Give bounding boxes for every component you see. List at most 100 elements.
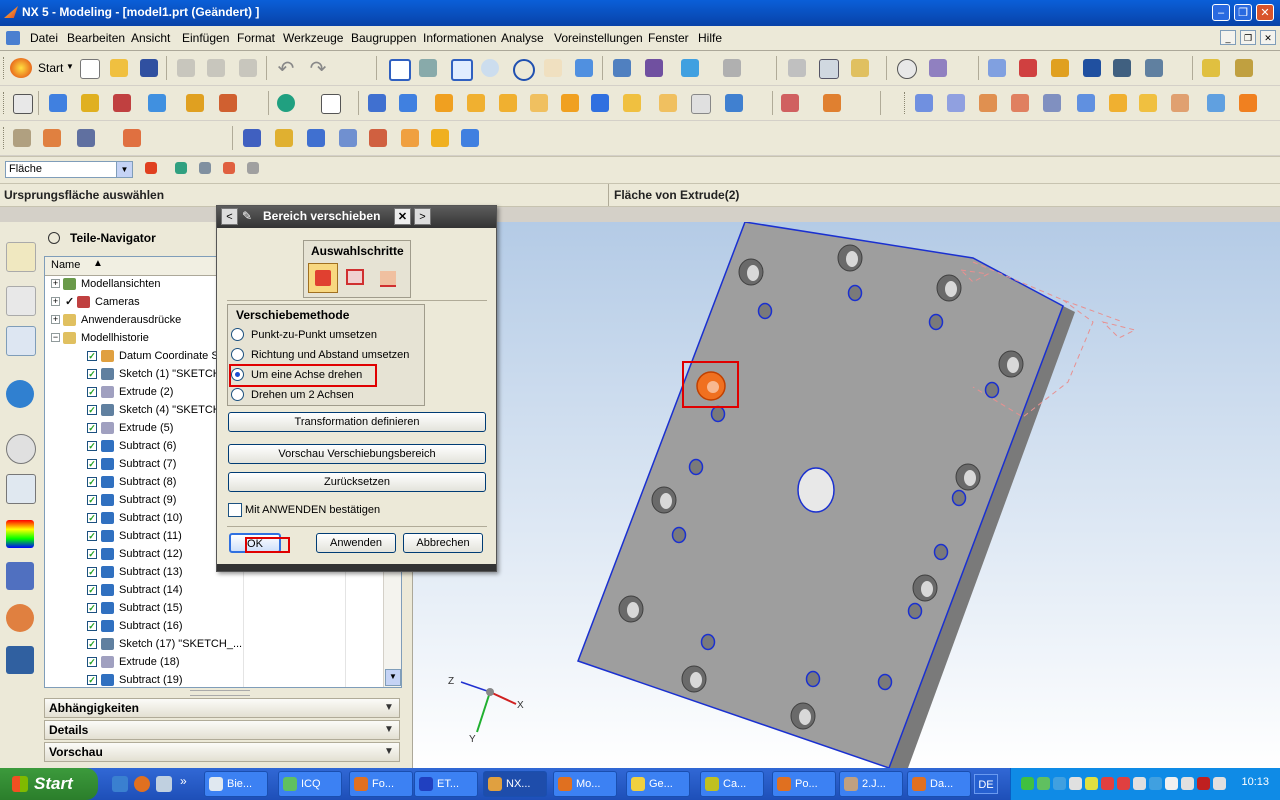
tray-icon[interactable] — [1021, 777, 1034, 790]
selection-scope-icon[interactable] — [142, 159, 166, 183]
assembly-navigator-icon[interactable] — [6, 242, 36, 272]
feature-checkbox[interactable]: ✓ — [87, 531, 97, 541]
offset-region-icon[interactable] — [976, 91, 1000, 115]
make-coaxial-icon[interactable] — [1168, 91, 1192, 115]
tray-icon[interactable] — [1165, 777, 1178, 790]
edge-blend-icon[interactable] — [464, 91, 488, 115]
boss-icon[interactable] — [318, 91, 342, 115]
edit-feature-icon[interactable] — [120, 126, 144, 150]
horizontal-splitter[interactable] — [190, 690, 250, 696]
make-tangent-icon[interactable] — [1204, 91, 1228, 115]
layer-settings-icon[interactable] — [816, 56, 840, 80]
resize-face-icon[interactable] — [1040, 91, 1064, 115]
tray-icon[interactable] — [1085, 777, 1098, 790]
revolve-icon[interactable] — [78, 91, 102, 115]
component-icon[interactable] — [272, 126, 296, 150]
feature-checkbox[interactable]: ✓ — [87, 513, 97, 523]
taskbar-button[interactable]: NX... — [483, 771, 547, 797]
make-coplanar-icon[interactable] — [1136, 91, 1160, 115]
taskbar-button[interactable]: Mo... — [553, 771, 617, 797]
feature-checkbox[interactable]: ✓ — [87, 585, 97, 595]
point-icon[interactable] — [985, 56, 1009, 80]
snap-icon[interactable] — [1048, 56, 1072, 80]
chevron-down-icon[interactable]: ▼ — [381, 700, 397, 716]
feature-checkbox[interactable]: ✓ — [87, 621, 97, 631]
radio-button[interactable] — [231, 348, 244, 361]
taskbar-button[interactable]: ET... — [414, 771, 478, 797]
apply-button[interactable]: Anwenden — [316, 533, 396, 553]
replace-face-icon[interactable] — [1008, 91, 1032, 115]
wave-icon[interactable] — [428, 126, 452, 150]
forward-button[interactable]: > — [414, 208, 431, 225]
tray-icon[interactable] — [1133, 777, 1146, 790]
quicklaunch-app-icon[interactable] — [156, 776, 172, 792]
display-mode-icon[interactable] — [720, 56, 744, 80]
palettes-icon[interactable] — [6, 520, 34, 548]
feature-checkbox[interactable]: ✓ — [87, 495, 97, 505]
move-region-dialog[interactable]: < ✎ Bereich verschieben ✕ > Auswahlschri… — [216, 205, 497, 572]
part-navigator-icon[interactable] — [6, 326, 36, 356]
title-bar[interactable]: NX 5 - Modeling - [model1.prt (Geändert)… — [0, 0, 1280, 26]
expression-icon[interactable] — [894, 56, 918, 80]
constraint-icon[interactable] — [304, 126, 328, 150]
feature-checkbox[interactable]: ✓ — [87, 603, 97, 613]
chevron-down-icon[interactable]: ▼ — [381, 722, 397, 738]
zoom-window-icon[interactable] — [448, 56, 473, 81]
collapse-icon[interactable]: − — [51, 333, 60, 342]
redo-icon[interactable]: ↷ — [306, 56, 330, 80]
reset-button[interactable]: Zurücksetzen — [228, 472, 486, 492]
model-view[interactable]: X Y Z — [413, 222, 1280, 768]
section-preview[interactable]: Vorschau ▼ — [44, 742, 400, 762]
make-symmetric-icon[interactable] — [1236, 91, 1260, 115]
sketch-icon[interactable] — [10, 91, 34, 115]
tray-icon[interactable] — [1053, 777, 1066, 790]
tray-icon[interactable] — [1213, 777, 1226, 790]
axis-step-icon[interactable] — [376, 265, 402, 291]
feature-checkbox[interactable]: ✓ — [87, 369, 97, 379]
quicklaunch-firefox-icon[interactable] — [134, 776, 150, 792]
system-scene-icon[interactable] — [6, 646, 34, 674]
tray-icon[interactable] — [1117, 777, 1130, 790]
taskbar-button[interactable]: Bie... — [204, 771, 268, 797]
surface-tools-icon[interactable] — [10, 126, 34, 150]
graphics-window[interactable]: X Y Z — [413, 222, 1280, 768]
process-studio-icon[interactable] — [6, 562, 34, 590]
windows-start-button[interactable]: Start — [0, 768, 98, 800]
chevron-down-icon[interactable]: ▼ — [381, 744, 397, 760]
menu-format[interactable]: Format — [237, 31, 275, 45]
thicken-icon[interactable] — [688, 91, 712, 115]
dialog-title-bar[interactable]: < ✎ Bereich verschieben ✕ > — [217, 206, 496, 228]
unite-icon[interactable] — [365, 91, 389, 115]
preview-region-button[interactable]: Vorschau Verschiebungsbereich — [228, 444, 486, 464]
taskbar-button[interactable]: Da... — [907, 771, 971, 797]
type-filter-select[interactable]: Fläche ▼ — [5, 161, 133, 178]
menu-werkzeuge[interactable]: Werkzeuge — [283, 31, 343, 45]
trim-body-icon[interactable] — [620, 91, 644, 115]
save-icon[interactable] — [137, 56, 161, 80]
fit-view-icon[interactable] — [386, 56, 411, 81]
offset-face-icon[interactable] — [656, 91, 680, 115]
orient-view-2-icon[interactable] — [642, 56, 666, 80]
quicklaunch-more-icon[interactable]: » — [180, 774, 187, 788]
menu-bearbeiten[interactable]: Bearbeiten — [67, 31, 125, 45]
close-button[interactable]: ✕ — [1256, 4, 1274, 21]
feature-checkbox[interactable]: ✓ — [87, 441, 97, 451]
feature-checkbox[interactable]: ✓ — [87, 459, 97, 469]
menu-ansicht[interactable]: Ansicht — [131, 31, 170, 45]
feature-checkbox[interactable]: ✓ — [87, 639, 97, 649]
menu-datei[interactable]: Datei — [30, 31, 58, 45]
mdi-minimize-button[interactable]: _ — [1220, 30, 1236, 45]
sequence-icon[interactable] — [398, 126, 422, 150]
menu-einfuegen[interactable]: Einfügen — [182, 31, 229, 45]
feature-checkbox[interactable]: ✓ — [87, 477, 97, 487]
selection-intent-icon[interactable] — [172, 159, 196, 183]
sweep-icon[interactable] — [110, 91, 134, 115]
tray-icon[interactable] — [1069, 777, 1082, 790]
hole-icon[interactable] — [274, 91, 298, 115]
extrude-icon[interactable] — [46, 91, 70, 115]
expand-icon[interactable]: + — [51, 279, 60, 288]
datum-axis-icon[interactable] — [1016, 56, 1040, 80]
back-button[interactable]: < — [221, 208, 238, 225]
snap-point-icon[interactable] — [220, 159, 244, 183]
draft-icon[interactable] — [558, 91, 582, 115]
